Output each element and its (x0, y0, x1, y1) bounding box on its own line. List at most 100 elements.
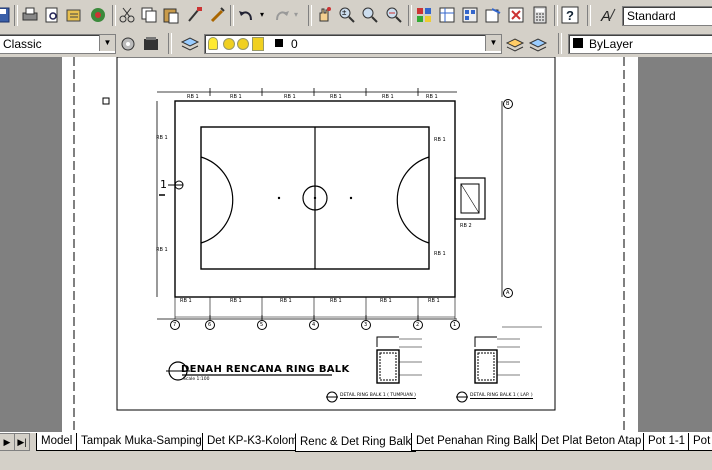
tab-tampak-muka-samping[interactable]: Tampak Muka-Samping (76, 433, 207, 451)
design-center-icon[interactable] (437, 5, 457, 25)
tab-label: Tampak Muka-Samping (81, 435, 202, 447)
tab-label: Pot 1-1 (648, 435, 686, 447)
grid-label-bottom: RB 1 (380, 298, 392, 304)
grid-label-right: RB 1 (434, 137, 446, 143)
grid-label-left: RB 1 (156, 135, 168, 141)
layer-properties-icon[interactable] (180, 34, 200, 54)
plan-scale: Scale 1:100 (183, 377, 210, 382)
tab-pot-1-1[interactable]: Pot 1-1 (643, 433, 691, 451)
grid-label-top: RB 1 (330, 94, 342, 100)
layer-color-swatch (275, 39, 283, 47)
paste-icon[interactable] (161, 5, 181, 25)
workspace-select[interactable]: Classic ▼ (0, 34, 116, 54)
grid-label-left: RB 1 (156, 247, 168, 253)
print-icon[interactable] (20, 5, 40, 25)
color-value: ByLayer (589, 37, 634, 51)
tab-scroll-last-icon[interactable]: ▶| (14, 433, 30, 451)
grid-label-right: RB 1 (434, 251, 446, 257)
rb2-label: RB 2 (460, 223, 472, 229)
publish-icon[interactable] (64, 5, 84, 25)
markup-icon[interactable] (506, 5, 526, 25)
tab-label: Pot (693, 435, 711, 447)
grid-label-bottom: RB 1 (280, 298, 292, 304)
brush-icon[interactable] (207, 5, 227, 25)
lock-icon (252, 37, 264, 51)
svg-text:?: ? (566, 8, 574, 23)
grid-label-bottom: RB 1 (180, 298, 192, 304)
section-marker-label: 1 (160, 178, 167, 191)
color-swatch (573, 38, 583, 48)
zoom-window-icon[interactable] (360, 5, 380, 25)
copy-icon[interactable] (139, 5, 159, 25)
help-icon[interactable]: ? (560, 5, 580, 25)
lightbulb-icon (208, 37, 218, 50)
chevron-down-icon[interactable]: ▼ (485, 35, 501, 51)
layers-toolbar: Classic ▼ 0 ▼ ByLayer (0, 31, 712, 58)
tab-label: Model (41, 435, 73, 447)
standard-toolbar: ▾ ▾ ± ? A Standard (0, 0, 712, 32)
my-workspace-icon[interactable] (141, 34, 161, 54)
tab-model[interactable]: Model (36, 433, 78, 451)
svg-text:±: ± (342, 8, 347, 17)
layer-previous-icon[interactable] (528, 34, 548, 54)
workspace-settings-icon[interactable] (118, 34, 138, 54)
tab-label: Renc & Det Ring Balk (300, 436, 412, 448)
calculator-icon[interactable] (530, 5, 550, 25)
grid-label-top: RB 1 (284, 94, 296, 100)
sheet-set-icon[interactable] (483, 5, 503, 25)
cut-icon[interactable] (117, 5, 137, 25)
tab-label: Det Plat Beton Atap (541, 435, 642, 447)
color-select[interactable]: ByLayer (568, 34, 712, 54)
layer-select[interactable]: 0 ▼ (204, 34, 502, 54)
grid-label-top: RB 1 (382, 94, 394, 100)
grid-bubble-label: 1 (453, 322, 457, 328)
workspace-value: Classic (3, 37, 42, 51)
viewport-sun-icon (237, 38, 249, 50)
grid-label-bottom: RB 1 (230, 298, 242, 304)
tab-det-penahan-ring-balk[interactable]: Det Penahan Ring Balk (411, 433, 541, 451)
tab-det-kp-k3-kolom[interactable]: Det KP-K3-Kolom (202, 433, 303, 451)
redo-icon[interactable] (272, 5, 292, 25)
grid-bubble-label: 6 (208, 322, 212, 328)
match-properties-icon[interactable] (185, 5, 205, 25)
tab-label: Det Penahan Ring Balk (416, 435, 536, 447)
detail-1-title: DETAIL RING BALK 1 ( TUMPUAN ) (340, 393, 416, 399)
grid-label-bottom: RB 1 (428, 298, 440, 304)
tab-det-plat-beton-atap[interactable]: Det Plat Beton Atap (536, 433, 647, 451)
save-icon[interactable] (0, 5, 12, 25)
layout-tabs-bar: ▶ ▶| Model Tampak Muka-Samping Det KP-K3… (0, 432, 712, 470)
tool-palettes-icon[interactable] (460, 5, 480, 25)
grid-label-top: RB 1 (187, 94, 199, 100)
undo-dropdown-icon[interactable]: ▾ (260, 5, 270, 25)
make-layer-current-icon[interactable] (505, 34, 525, 54)
chevron-down-icon[interactable]: ▼ (99, 35, 115, 51)
text-style-icon[interactable]: A (598, 5, 618, 25)
grid-bubble-label: A (506, 290, 510, 296)
grid-bubble-label: 7 (173, 322, 177, 328)
layer-name: 0 (291, 37, 298, 51)
properties-icon[interactable] (414, 5, 434, 25)
print-preview-icon[interactable] (42, 5, 62, 25)
grid-label-top: RB 1 (230, 94, 242, 100)
svg-text:A: A (600, 8, 611, 25)
layout-paper: RB 1 RB 1 RB 1 RB 1 RB 1 RB 1 RB 1 RB 1 … (62, 57, 638, 432)
tab-label: Det KP-K3-Kolom (207, 435, 298, 447)
pan-icon[interactable] (314, 5, 334, 25)
tab-renc-det-ring-balk[interactable]: Renc & Det Ring Balk (295, 433, 417, 452)
drawing-labels: RB 1 RB 1 RB 1 RB 1 RB 1 RB 1 RB 1 RB 1 … (62, 57, 638, 432)
grid-bubble-label: 2 (416, 322, 420, 328)
text-style-select[interactable]: Standard (622, 6, 712, 26)
plot-icon[interactable] (88, 5, 108, 25)
undo-icon[interactable] (236, 5, 256, 25)
zoom-realtime-icon[interactable]: ± (337, 5, 357, 25)
tab-scroll-prev-icon[interactable]: ▶ (0, 433, 15, 451)
detail-2-title: DETAIL RING BALK 1 ( LAP. ) (470, 393, 533, 399)
grid-bubble-label: 5 (260, 322, 264, 328)
plan-title: DENAH RENCANA RING BALK (181, 364, 350, 375)
drawing-canvas[interactable]: RB 1 RB 1 RB 1 RB 1 RB 1 RB 1 RB 1 RB 1 … (0, 57, 712, 432)
grid-label-top: RB 1 (426, 94, 438, 100)
zoom-previous-icon[interactable] (384, 5, 404, 25)
tab-pot[interactable]: Pot (688, 433, 712, 451)
redo-dropdown-icon[interactable]: ▾ (294, 5, 304, 25)
grid-bubble-label: 4 (312, 322, 316, 328)
